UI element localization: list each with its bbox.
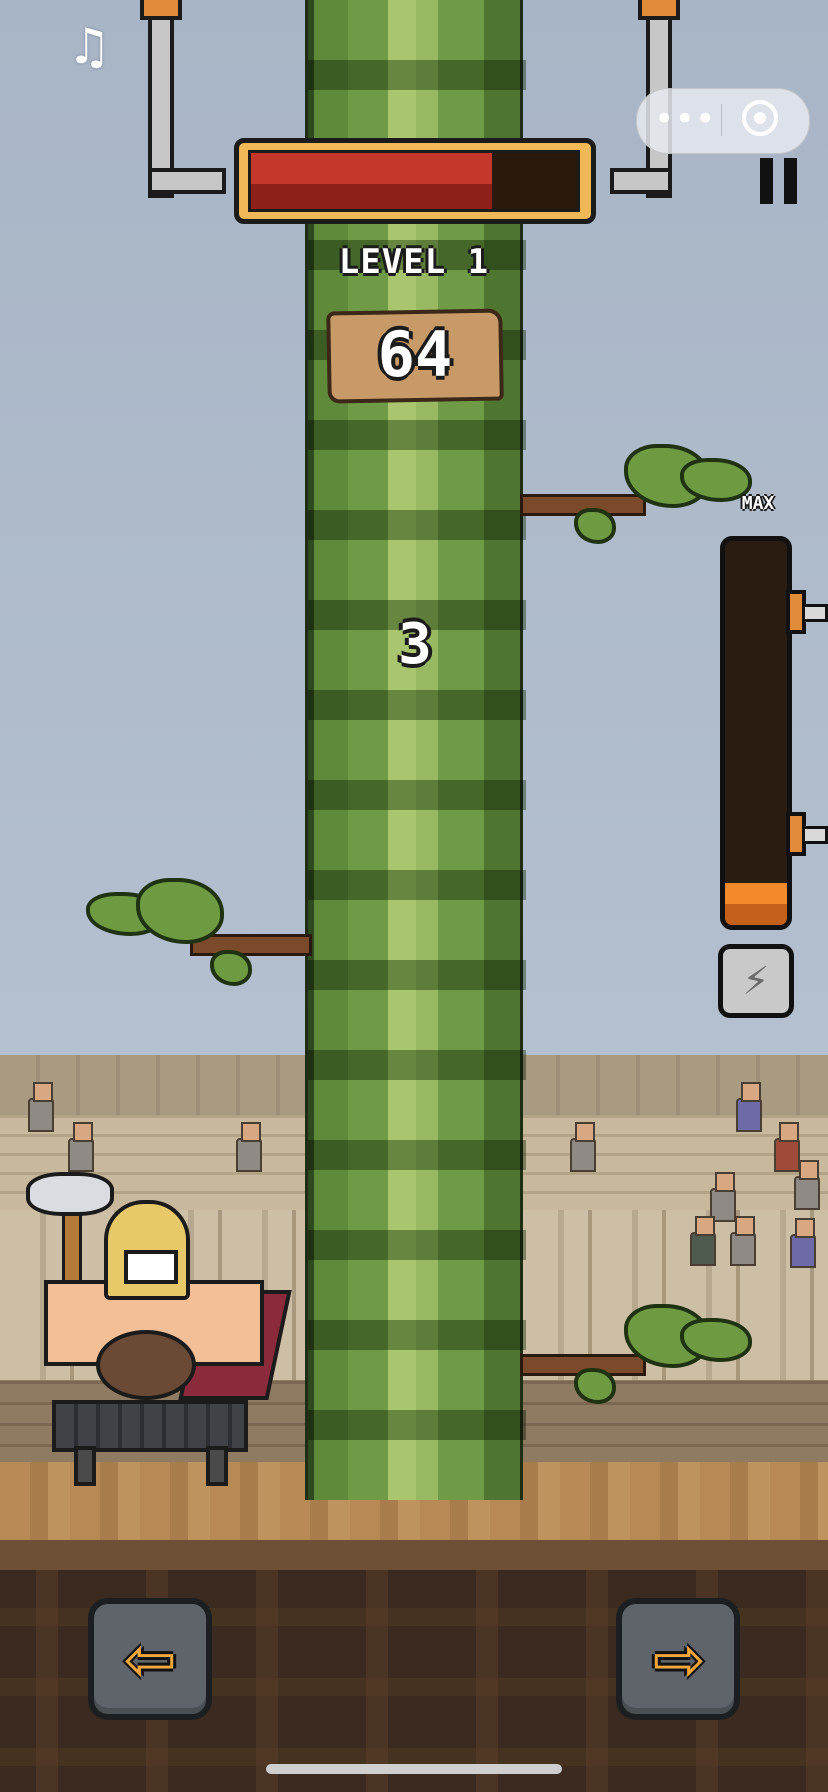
ground-edge <box>0 1540 828 1570</box>
pipe-right-cap <box>638 0 680 20</box>
power-meter-fill <box>725 882 787 925</box>
pipe-right-horizontal <box>610 168 672 194</box>
gladiator-shield <box>96 1330 196 1400</box>
target-icon[interactable] <box>742 100 778 136</box>
pause-bar <box>784 158 797 204</box>
spectator <box>690 1216 716 1266</box>
gladiator-leg <box>74 1446 96 1486</box>
lightning-icon[interactable]: ⚡ <box>718 944 794 1018</box>
time-bar-fill <box>251 153 493 209</box>
spectator <box>794 1160 820 1210</box>
score-value: 64 <box>377 318 453 391</box>
tree-trunk <box>305 0 526 1500</box>
leaf-cluster <box>136 878 224 944</box>
gladiator-skirt <box>52 1400 248 1452</box>
spectator <box>570 1122 596 1172</box>
branch-right-lower <box>520 1298 752 1408</box>
spectator <box>790 1218 816 1268</box>
spectator <box>730 1216 756 1266</box>
meter-rod <box>802 826 828 844</box>
home-indicator <box>266 1764 562 1774</box>
leaf-cluster <box>574 508 616 544</box>
spectator <box>736 1082 762 1132</box>
capsule-divider <box>721 104 722 136</box>
combo-counter: 3 <box>398 612 432 677</box>
power-meter <box>720 536 792 930</box>
time-bar <box>248 150 580 212</box>
more-dots-icon[interactable]: ••• <box>654 97 715 141</box>
pause-icon[interactable] <box>758 158 802 204</box>
pipe-left-cap <box>140 0 182 20</box>
level-label: LEVEL 1 <box>338 242 490 282</box>
leaf-cluster <box>574 1368 616 1404</box>
spectator <box>68 1122 94 1172</box>
branch-left <box>80 870 312 986</box>
music-note-icon[interactable]: ♫ <box>58 16 120 78</box>
pause-bar <box>760 158 773 204</box>
spectator <box>236 1122 262 1172</box>
branch-right-upper <box>520 438 752 548</box>
gladiator-visor <box>124 1250 178 1284</box>
right-arrow-icon[interactable]: ⇨ <box>616 1598 740 1720</box>
gladiator-leg <box>206 1446 228 1486</box>
trunk-texture <box>308 0 526 1500</box>
power-meter-max-label: MAX <box>741 493 775 514</box>
left-arrow-icon[interactable]: ⇦ <box>88 1598 212 1720</box>
axe-head <box>26 1172 114 1216</box>
meter-rod <box>802 604 828 622</box>
spectator <box>774 1122 800 1172</box>
spectator <box>28 1082 54 1132</box>
pipe-left-horizontal <box>148 168 226 194</box>
